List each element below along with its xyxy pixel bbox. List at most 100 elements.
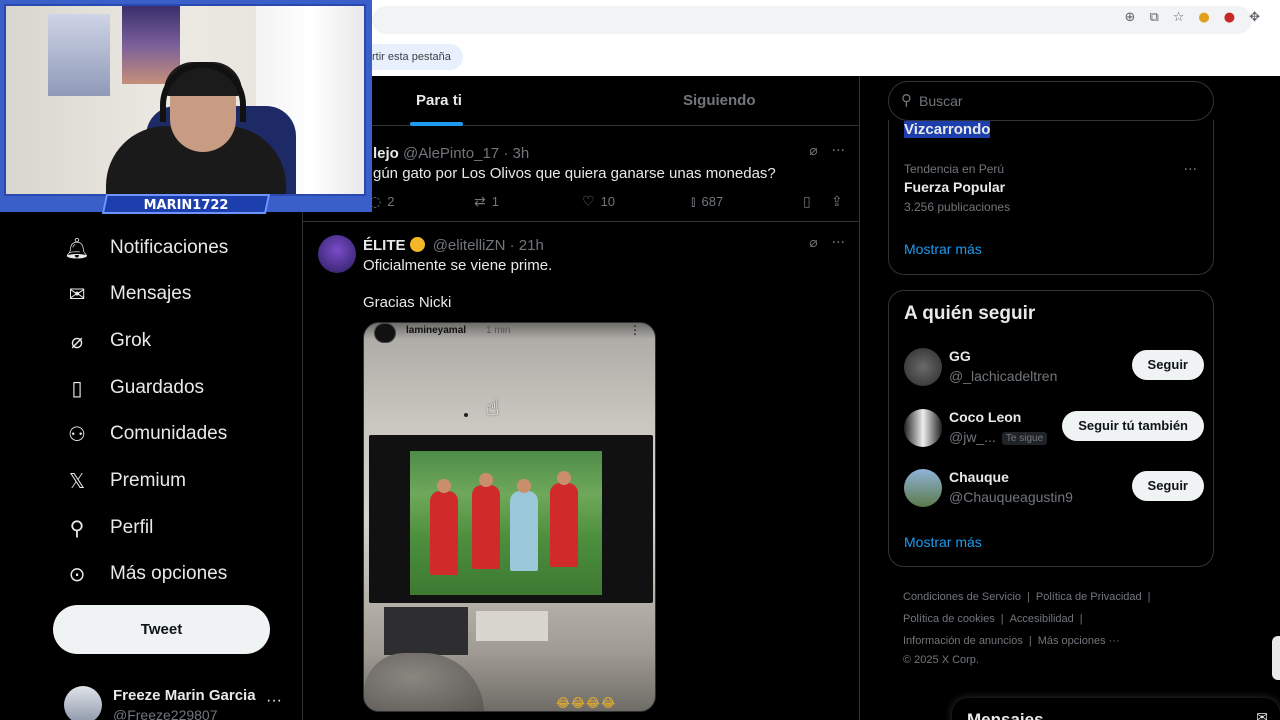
privacy-link[interactable]: Política de Privacidad [1036,591,1142,603]
post-actions: ◌ 2 ⇄ 1 ♡ 10 ⫾ 687 ▯ ⇪ [369,194,849,214]
edge-widget[interactable] [1272,636,1280,680]
grok-icon: ⌀ [70,329,84,353]
more-icon[interactable]: ··· [1184,162,1197,178]
puzzle-icon[interactable]: ✥ [1249,10,1260,25]
bookmark-button[interactable]: ▯ [803,194,817,210]
nav-item-premium[interactable]: 𝕏 Premium [64,461,186,501]
tab-for-you[interactable]: Para ti [416,76,462,126]
ads-info-link[interactable]: Información de anuncios [903,635,1023,647]
follow-suggestion[interactable]: GG @_lachicadeltren Seguir [904,348,1204,392]
avatar[interactable] [904,409,942,447]
grok-icon[interactable]: ⌀ [809,143,817,159]
red-extension-icon[interactable]: ● [1224,10,1235,25]
tab-following[interactable]: Siguiendo [683,76,756,126]
nav-item-communities[interactable]: ⚇ Comunidades [64,414,227,454]
post-author-handle[interactable]: @elitelliZN [433,237,506,254]
address-bar[interactable] [372,6,1252,34]
show-more-follow-link[interactable]: Mostrar más [904,534,982,550]
user-name[interactable]: GG [949,348,971,364]
footer-separator: | [1028,635,1032,647]
follow-back-button[interactable]: Seguir tú también [1062,411,1204,441]
follow-button[interactable]: Seguir [1131,471,1204,501]
star-icon[interactable]: ☆ [1173,10,1185,25]
user-handle: @jw_... [949,429,996,445]
hand-cursor-icon: ☝ [486,396,500,421]
streamer-name-plate: MARIN1722 [101,194,271,214]
post-author-name[interactable]: ÉLITE [363,237,406,254]
nav-label: Más opciones [110,563,228,584]
post-media-image[interactable]: lamineyamal 1 min ⋮ 😂😂😂😂 [363,322,656,712]
reply-button[interactable]: ◌ 2 [369,194,394,210]
post-author-handle[interactable]: @AlePinto_17 [403,145,499,162]
communities-icon: ⚇ [68,422,86,446]
post[interactable]: ÉLITE @elitelliZN · 21h ⌀ ··· Oficialmen… [303,223,859,720]
repost-count: 1 [491,194,499,209]
user-handle-row: @jw_... Te sigue [949,429,1048,445]
x-logo-icon: 𝕏 [68,469,86,493]
more-icon[interactable]: ··· [832,143,845,159]
nav-label: Premium [110,470,187,491]
post[interactable]: lejo @AlePinto_17 · 3h ⌀ ··· gún gato po… [303,131,859,222]
furniture [384,607,468,655]
tweet-button[interactable]: Tweet [53,605,270,654]
player-figure [550,483,578,567]
post-time[interactable]: · 3h [503,145,529,162]
timeline: Para ti Siguiendo lejo @AlePinto_17 · 3h… [302,76,860,720]
post-top-icons: ⌀ ··· [809,235,845,251]
account-switcher[interactable]: Freeze Marin Garcia @Freeze229807 ··· [64,684,294,720]
trend-item-title[interactable]: Vizcarrondo [904,121,991,138]
follow-suggestion[interactable]: Coco Leon @jw_... Te sigue Seguir tú tamb… [904,409,1204,453]
nav-item-profile[interactable]: ⚲ Perfil [64,508,154,548]
bookmark-icon: ▯ [71,376,83,400]
post-text: Gracias Nicki [363,294,452,311]
trend-post-count: 3.256 publicaciones [904,200,1011,214]
post-time[interactable]: · 21h [510,237,544,254]
zoom-icon[interactable]: ⊕ [1125,10,1136,25]
emoji-icon [409,237,425,252]
show-more-trends-link[interactable]: Mostrar más [904,241,982,257]
avatar[interactable] [904,348,942,386]
nav-item-more[interactable]: ⊙ Más opciones [64,554,228,594]
post-header: ÉLITE @elitelliZN · 21h [363,237,544,254]
share-button[interactable]: ⇪ [831,194,849,210]
follows-you-badge: Te sigue [1001,432,1048,445]
terms-link[interactable]: Condiciones de Servicio [903,591,1021,603]
more-vertical-icon: ⋮ [629,323,641,337]
nav-item-grok[interactable]: ⌀ Grok [64,321,151,361]
cookies-link[interactable]: Política de cookies [903,613,995,625]
views-button[interactable]: ⫾ 687 [691,194,723,210]
color-extension-icon[interactable]: ● [1198,10,1209,25]
player-head [437,479,451,493]
account-handle: @Freeze229807 [113,707,218,720]
post-author-name[interactable]: lejo [373,145,399,162]
messages-drawer[interactable]: Mensajes ✉ [952,698,1280,720]
cast-icon[interactable]: ⧉ [1149,10,1158,25]
avatar[interactable] [318,235,356,273]
share-tab-chip[interactable]: rtir esta pestaña [360,44,463,70]
avatar[interactable] [904,469,942,507]
more-icon[interactable]: ··· [266,692,282,710]
story-time: 1 min [486,325,511,336]
wall-poster [48,14,110,96]
active-tab-indicator [410,122,463,126]
nav-item-bookmarks[interactable]: ▯ Guardados [64,368,204,408]
footer-separator: | [1027,591,1030,603]
grok-icon[interactable]: ⌀ [809,235,817,251]
nav-item-notifications[interactable]: 🔔︎ Notificaciones [64,228,228,268]
search-box[interactable]: ⚲ [888,81,1214,121]
more-icon[interactable]: ··· [832,235,845,251]
like-button[interactable]: ♡ 10 [582,194,615,210]
user-name[interactable]: Chauque [949,469,1009,485]
repost-button[interactable]: ⇄ 1 [474,194,499,210]
bell-icon: 🔔︎ [64,236,90,260]
more-options-link[interactable]: Más opciones ··· [1038,635,1120,647]
nav-item-messages[interactable]: ✉ Mensajes [64,274,192,314]
search-input[interactable] [919,82,1199,120]
follow-button[interactable]: Seguir [1131,350,1204,380]
new-message-icon[interactable]: ✉ [1256,710,1268,720]
user-name[interactable]: Coco Leon [949,409,1021,425]
trend-name[interactable]: Fuerza Popular [904,179,1005,195]
accessibility-link[interactable]: Accesibilidad [1010,613,1074,625]
follow-suggestion[interactable]: Chauque @Chauqueagustin9 Seguir [904,469,1204,513]
repost-icon: ⇄ [474,194,486,210]
